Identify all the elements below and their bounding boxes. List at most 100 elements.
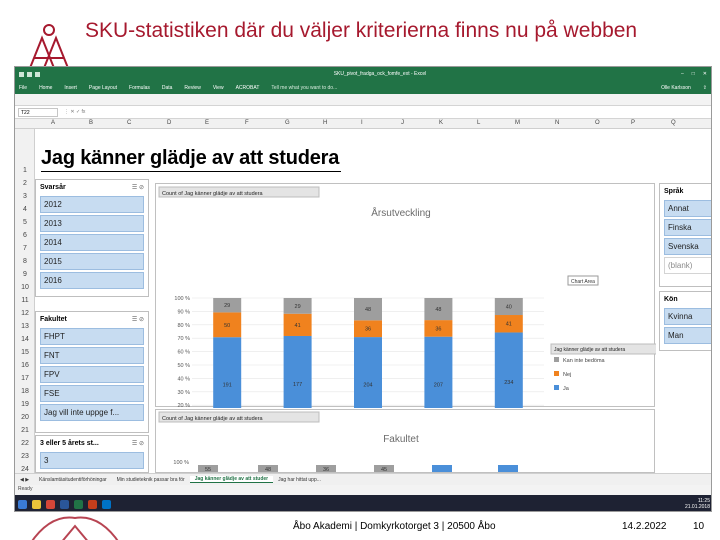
column-header[interactable]: G xyxy=(285,120,290,126)
row-header[interactable]: 15 xyxy=(15,349,35,356)
word-icon[interactable] xyxy=(60,499,69,509)
slicer-item[interactable]: 2015 xyxy=(40,253,144,270)
tab-formulas[interactable]: Formulas xyxy=(129,85,150,91)
tab-review[interactable]: Review xyxy=(184,85,200,91)
sheet-tab-active[interactable]: Jag känner glädje av att studer xyxy=(189,476,274,483)
slicer-years-study[interactable]: 3 eller 5 årets st... ☰ ⊘ 3 xyxy=(35,435,149,473)
row-header[interactable]: 14 xyxy=(15,336,35,343)
row-header[interactable]: 13 xyxy=(15,323,35,330)
row-header[interactable]: 9 xyxy=(15,271,35,278)
tell-me-search[interactable]: Tell me what you want to do... xyxy=(271,85,649,91)
column-header[interactable]: O xyxy=(595,120,600,126)
column-header[interactable]: C xyxy=(127,120,131,126)
row-header[interactable]: 3 xyxy=(15,193,35,200)
tab-view[interactable]: View xyxy=(213,85,224,91)
pivot-chart-annual[interactable]: Count of Jag känner glädje av att studer… xyxy=(155,183,666,467)
slicer-item[interactable]: Svenska xyxy=(664,238,711,255)
row-header[interactable]: 1 xyxy=(15,167,35,174)
row-header[interactable]: 10 xyxy=(15,284,35,291)
slicer-item[interactable]: Finska xyxy=(664,219,711,236)
powerpoint-icon[interactable] xyxy=(88,499,97,509)
multi-select-icon[interactable]: ☰ ⊘ xyxy=(132,184,144,191)
slicer-item[interactable]: 2012 xyxy=(40,196,144,213)
slicer-item[interactable]: FHPT xyxy=(40,328,144,345)
slicer-language[interactable]: Språk Annat Finska Svenska (blank) xyxy=(659,183,711,287)
column-header[interactable]: P xyxy=(631,120,635,126)
column-header[interactable]: Q xyxy=(671,120,676,126)
outlook-icon[interactable] xyxy=(102,499,111,509)
column-header[interactable]: B xyxy=(89,120,93,126)
sheet-tab[interactable]: Jag har hittat upp... xyxy=(273,477,326,483)
tab-insert[interactable]: Insert xyxy=(64,85,77,91)
name-box[interactable]: T22 xyxy=(18,107,58,117)
column-header[interactable]: N xyxy=(555,120,559,126)
row-header[interactable]: 4 xyxy=(15,206,35,213)
fx-icon[interactable]: ⋮ ✕ ✓ fx xyxy=(64,109,85,115)
row-header[interactable]: 5 xyxy=(15,219,35,226)
slicer-item[interactable]: FPV xyxy=(40,366,144,383)
slicer-item[interactable]: Jag vill inte uppge f... xyxy=(40,404,144,421)
column-header[interactable]: K xyxy=(439,120,443,126)
slicer-item[interactable]: 2013 xyxy=(40,215,144,232)
row-header[interactable]: 8 xyxy=(15,258,35,265)
row-header[interactable]: 21 xyxy=(15,427,35,434)
explorer-icon[interactable] xyxy=(32,499,41,509)
row-header[interactable]: 17 xyxy=(15,375,35,382)
tab-data[interactable]: Data xyxy=(162,85,173,91)
slicer-item[interactable]: 2014 xyxy=(40,234,144,251)
minimize-icon[interactable]: – xyxy=(681,71,684,77)
tab-page-layout[interactable]: Page Layout xyxy=(89,85,117,91)
sheet-tab[interactable]: Känslamtäsitudentiförhöningar xyxy=(34,477,112,483)
slicer-item[interactable]: Annat xyxy=(664,200,711,217)
column-header[interactable]: F xyxy=(245,120,249,126)
slicer-item[interactable]: (blank) xyxy=(664,257,711,274)
row-header[interactable]: 19 xyxy=(15,401,35,408)
row-header[interactable]: 20 xyxy=(15,414,35,421)
close-icon[interactable]: ✕ xyxy=(703,71,707,77)
slicer-year[interactable]: Svarsår ☰ ⊘ 2012 2013 2014 2015 2016 xyxy=(35,179,149,297)
row-header[interactable]: 11 xyxy=(15,297,35,304)
slicer-gender[interactable]: Kön Kvinna Man xyxy=(659,291,711,351)
slicer-item[interactable]: Man xyxy=(664,327,711,344)
undo-icon[interactable] xyxy=(27,71,32,77)
tab-home[interactable]: Home xyxy=(39,85,52,91)
pivot-chart-faculty[interactable]: Count of Jag känner glädje av att studer… xyxy=(155,409,655,473)
tab-acrobat[interactable]: ACROBAT xyxy=(236,85,260,91)
tab-file[interactable]: File xyxy=(19,85,27,91)
row-header[interactable]: 7 xyxy=(15,245,35,252)
multi-select-icon[interactable]: ☰ ⊘ xyxy=(132,316,144,323)
slicer-item[interactable]: 2016 xyxy=(40,272,144,289)
quick-access-toolbar[interactable] xyxy=(19,71,79,77)
column-header[interactable]: I xyxy=(361,120,363,126)
sheet-tab[interactable]: Min studieteknik passar bra för xyxy=(112,477,190,483)
faculty-chart-svg[interactable]: Count of Jag känner glädje av att studer… xyxy=(156,410,655,473)
slicer-item[interactable]: FSE xyxy=(40,385,144,402)
sheet-nav-icon[interactable]: ◀ ▶ xyxy=(15,477,34,483)
excel-titlebar[interactable]: SKU_pivot_fradga_ock_fomfe_ext - Excel –… xyxy=(15,67,711,81)
row-header[interactable]: 2 xyxy=(15,180,35,187)
column-header[interactable]: E xyxy=(205,120,209,126)
chrome-icon[interactable] xyxy=(46,499,55,509)
excel-icon[interactable] xyxy=(74,499,83,509)
user-name[interactable]: Olle Karlsson xyxy=(661,85,691,91)
save-icon[interactable] xyxy=(19,71,24,77)
redo-icon[interactable] xyxy=(35,71,40,77)
multi-select-icon[interactable]: ☰ ⊘ xyxy=(132,440,144,447)
column-header[interactable]: D xyxy=(167,120,171,126)
maximize-icon[interactable]: □ xyxy=(692,71,695,77)
share-button[interactable]: ⇪ xyxy=(703,85,707,91)
slicer-item[interactable]: Kvinna xyxy=(664,308,711,325)
row-header[interactable]: 18 xyxy=(15,388,35,395)
row-header[interactable]: 23 xyxy=(15,453,35,460)
taskbar-clock[interactable]: 11:25 21.01.2018 xyxy=(685,498,710,510)
start-icon[interactable] xyxy=(18,499,27,509)
column-header[interactable]: J xyxy=(401,120,404,126)
slicer-item[interactable]: FNT xyxy=(40,347,144,364)
annual-chart-svg[interactable]: Count of Jag känner glädje av att studer… xyxy=(156,184,666,467)
column-header[interactable]: A xyxy=(51,120,55,126)
row-header[interactable]: 12 xyxy=(15,310,35,317)
excel-window[interactable]: SKU_pivot_fradga_ock_fomfe_ext - Excel –… xyxy=(14,66,712,512)
column-header[interactable]: H xyxy=(323,120,327,126)
row-header[interactable]: 22 xyxy=(15,440,35,447)
slicer-faculty[interactable]: Fakultet ☰ ⊘ FHPT FNT FPV FSE Jag vill in… xyxy=(35,311,149,433)
